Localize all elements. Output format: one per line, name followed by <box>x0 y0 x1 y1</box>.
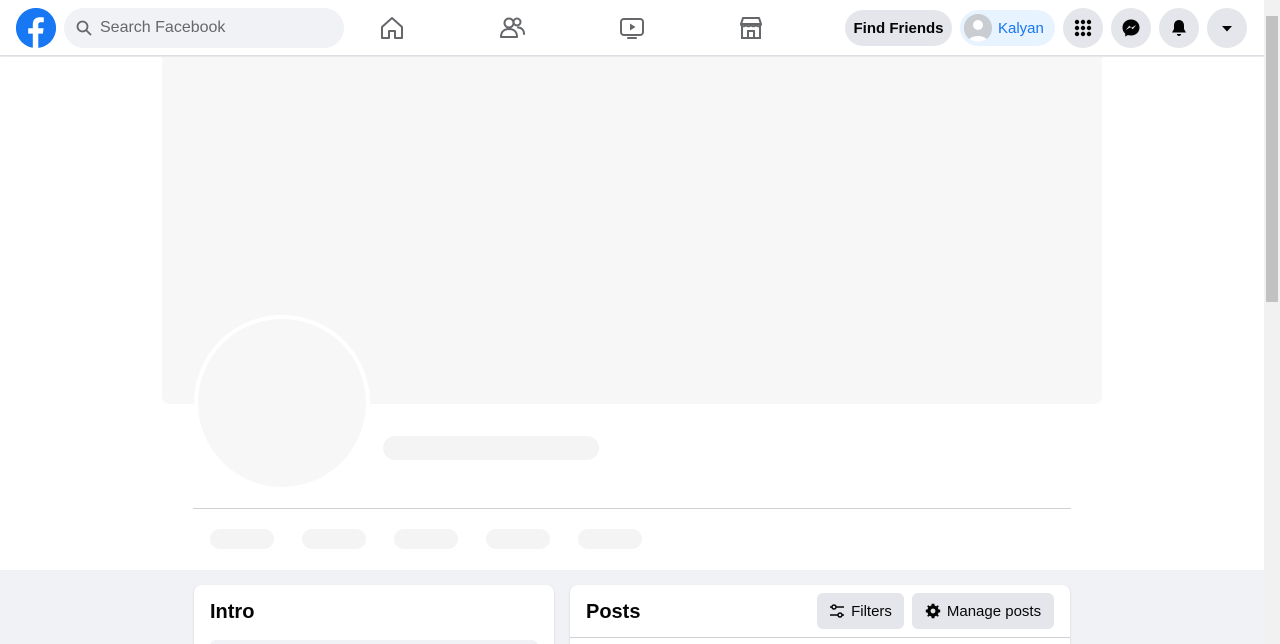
manage-posts-button[interactable]: Manage posts <box>912 593 1054 629</box>
intro-card: Intro <box>194 585 554 644</box>
messenger-icon <box>1122 19 1140 37</box>
messenger-button[interactable] <box>1111 8 1151 48</box>
header-divider <box>193 508 1071 509</box>
profile-picture-placeholder <box>194 315 370 491</box>
manage-posts-label: Manage posts <box>946 602 1042 620</box>
watch-icon <box>620 18 644 39</box>
profile-name: Kalyan <box>998 19 1044 37</box>
marketplace-icon <box>740 17 762 39</box>
gear-icon <box>925 603 941 619</box>
posts-card: Posts Filters Manage posts <box>570 585 1070 644</box>
search-icon <box>76 20 92 36</box>
intro-title: Intro <box>210 601 255 623</box>
posts-title: Posts <box>586 601 641 623</box>
profile-tab-placeholder <box>302 529 366 549</box>
profile-shortcut-button[interactable]: Kalyan <box>960 10 1055 46</box>
caret-down-icon <box>1222 26 1232 32</box>
top-navigation-bar: Find Friends Kalyan <box>0 0 1264 56</box>
find-friends-button[interactable]: Find Friends <box>845 10 952 46</box>
default-avatar-icon <box>964 14 992 42</box>
posts-divider <box>570 637 1070 638</box>
avatar <box>964 14 992 42</box>
filters-button[interactable]: Filters <box>817 593 904 629</box>
profile-tab-placeholder <box>578 529 642 549</box>
notifications-button[interactable] <box>1159 8 1199 48</box>
profile-name-placeholder <box>383 436 599 460</box>
bell-icon <box>1172 20 1186 36</box>
sliders-icon <box>830 604 845 618</box>
home-icon <box>381 17 403 39</box>
profile-tab-placeholder <box>210 529 274 549</box>
nav-tab-watch[interactable] <box>576 0 688 56</box>
facebook-logo-icon[interactable] <box>16 8 56 48</box>
friends-icon <box>500 17 525 38</box>
profile-tab-placeholder <box>486 529 550 549</box>
search-bar[interactable] <box>64 8 344 48</box>
menu-button[interactable] <box>1063 8 1103 48</box>
account-button[interactable] <box>1207 8 1247 48</box>
nav-tab-marketplace[interactable] <box>695 0 807 56</box>
intro-content-placeholder <box>210 640 538 644</box>
nav-tab-friends[interactable] <box>456 0 568 56</box>
scrollbar-thumb[interactable] <box>1266 16 1278 302</box>
profile-header <box>0 57 1264 570</box>
filters-label: Filters <box>851 602 892 620</box>
page-scrollbar[interactable] <box>1264 0 1280 644</box>
profile-tab-placeholder <box>394 529 458 549</box>
search-input[interactable] <box>100 19 320 37</box>
nav-tab-home[interactable] <box>336 0 448 56</box>
grid-menu-icon <box>1074 19 1092 37</box>
